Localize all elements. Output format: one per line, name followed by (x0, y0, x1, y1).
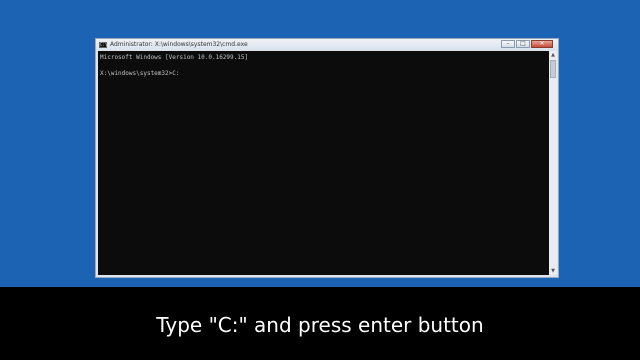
scroll-up-icon[interactable]: ▲ (549, 51, 557, 59)
close-button[interactable]: ✕ (531, 40, 553, 48)
window-title: Administrator: X:\windows\system32\cmd.e… (110, 41, 248, 48)
scroll-thumb[interactable] (550, 60, 556, 78)
caption-text: Type "C:" and press enter button (156, 313, 484, 337)
window-controls: – □ ✕ (500, 40, 553, 49)
title-bar[interactable]: C:\ Administrator: X:\windows\system32\c… (96, 39, 558, 51)
console-output[interactable]: Microsoft Windows [Version 10.0.16299.15… (98, 51, 549, 275)
console-text: Microsoft Windows [Version 10.0.16299.15… (100, 54, 249, 77)
maximize-button[interactable]: □ (516, 40, 530, 48)
minimize-button[interactable]: – (501, 40, 515, 48)
cmd-window: C:\ Administrator: X:\windows\system32\c… (95, 38, 559, 278)
scroll-down-icon[interactable]: ▼ (549, 267, 557, 275)
caption-bar: Type "C:" and press enter button (0, 287, 640, 360)
vertical-scrollbar[interactable]: ▲ ▼ (549, 51, 557, 275)
cmd-icon: C:\ (99, 42, 108, 48)
